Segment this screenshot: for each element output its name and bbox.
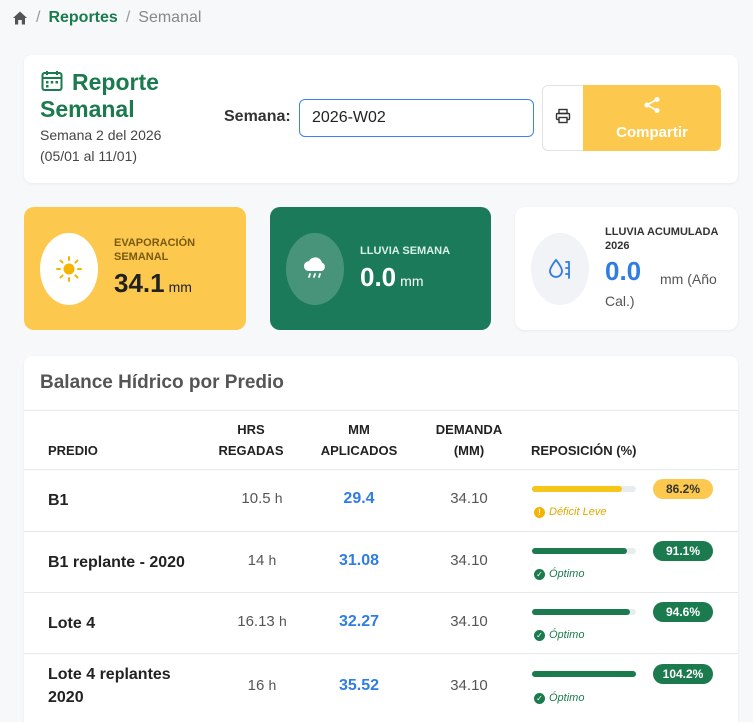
progress-bar — [532, 548, 636, 554]
rain-accumulated-value: 0.0 — [605, 256, 642, 286]
row-predio: Lote 4 replantes 2020 — [48, 666, 171, 706]
row-demanda: 34.10 — [450, 552, 488, 569]
row-hrs: 10.5 h — [241, 490, 283, 507]
home-icon[interactable] — [12, 10, 28, 26]
row-demanda: 34.10 — [450, 677, 488, 694]
table-title: Balance Hídrico por Predio — [40, 372, 284, 393]
table-row[interactable]: Lote 4 replantes 2020 16 h 35.52 34.10 1… — [24, 653, 738, 722]
print-button[interactable] — [542, 85, 584, 151]
progress-bar — [532, 486, 636, 492]
progress-bar — [532, 609, 636, 615]
row-mm: 35.52 — [338, 677, 380, 694]
column-header-reposicion: REPOSICIÓN (%) — [531, 443, 637, 458]
report-header-card: Reporte Semanal Semana 2 del 2026 (05/01… — [24, 55, 738, 183]
column-header-mm: MM APLICADOS — [320, 422, 398, 458]
column-header-demanda: DEMANDA (MM) — [435, 422, 503, 458]
column-header-predio: PREDIO — [48, 443, 98, 458]
row-mm: 32.27 — [338, 613, 380, 630]
water-drop-icon — [531, 233, 589, 305]
status-badge: 94.6% — [653, 602, 713, 622]
row-predio: B1 — [48, 492, 69, 509]
evaporation-value: 34.1 mm — [114, 268, 192, 298]
rain-accumulated-unit: mm (Año — [660, 271, 717, 287]
share-button-label: Compartir — [616, 123, 688, 141]
table-row[interactable]: B1 10.5 h 29.4 34.10 86.2% ! Déficit Leve — [24, 469, 738, 531]
breadcrumb-reportes-link[interactable]: Reportes — [48, 9, 117, 27]
status-badge: 86.2% — [653, 479, 713, 499]
status-badge: 91.1% — [653, 541, 713, 561]
rain-week-card: LLUVIA SEMANA 0.0 mm — [270, 207, 491, 330]
rain-week-label: LLUVIA SEMANA — [360, 245, 451, 257]
status-label: ✓ Óptimo — [534, 692, 584, 704]
breadcrumb-current: Semanal — [138, 9, 202, 26]
rain-week-value: 0.0 mm — [360, 262, 424, 292]
table-row[interactable]: Lote 4 16.13 h 32.27 34.10 94.6% ✓ Óptimo — [24, 592, 738, 653]
status-label: ! Déficit Leve — [534, 506, 606, 518]
calendar-icon — [40, 69, 64, 93]
row-mm: 31.08 — [338, 552, 380, 569]
progress-bar — [532, 671, 636, 677]
rain-accumulated-label: LLUVIA ACUMULADA 2026 — [605, 226, 719, 252]
table-row[interactable]: B1 replante - 2020 14 h 31.08 34.10 91.1… — [24, 531, 738, 592]
warning-icon: ! — [534, 506, 545, 518]
column-header-hrs: HRS REGADAS — [218, 422, 284, 458]
page-title: Reporte Semanal — [40, 69, 210, 123]
status-label: ✓ Óptimo — [534, 568, 584, 580]
row-hrs: 14 h — [247, 552, 277, 569]
share-icon — [643, 96, 661, 118]
page-subtitle: Semana 2 del 2026 (05/01 al 11/01) — [40, 127, 162, 164]
row-predio: Lote 4 — [48, 615, 96, 632]
row-demanda: 34.10 — [450, 490, 488, 507]
status-badge: 104.2% — [653, 664, 713, 684]
check-icon: ✓ — [534, 568, 545, 580]
status-label: ✓ Óptimo — [534, 629, 584, 641]
week-label: Semana: — [224, 108, 291, 125]
cloud-rain-icon — [286, 233, 344, 305]
row-mm: 29.4 — [343, 490, 375, 507]
evaporation-card: EVAPORACIÓN SEMANAL 34.1 mm — [24, 207, 246, 330]
divider — [24, 410, 738, 411]
row-predio: B1 replante - 2020 — [48, 554, 185, 571]
evaporation-label: EVAPORACIÓN SEMANAL — [114, 237, 196, 263]
week-input[interactable] — [299, 99, 534, 137]
check-icon: ✓ — [534, 692, 545, 704]
rain-accumulated-unit-cont: Cal.) — [605, 293, 635, 309]
rain-accumulated-card: LLUVIA ACUMULADA 2026 0.0 mm (Año Cal.) — [515, 207, 738, 330]
breadcrumb: / Reportes / Semanal — [12, 9, 201, 27]
water-balance-card: Balance Hídrico por Predio PREDIO HRS RE… — [24, 356, 738, 722]
share-button[interactable]: Compartir — [583, 85, 721, 151]
breadcrumb-separator: / — [36, 9, 41, 26]
printer-icon — [555, 108, 571, 129]
check-icon: ✓ — [534, 629, 545, 641]
sun-icon — [40, 233, 98, 305]
row-hrs: 16.13 h — [237, 613, 287, 630]
row-demanda: 34.10 — [450, 613, 488, 630]
row-hrs: 16 h — [247, 677, 277, 694]
breadcrumb-separator: / — [125, 9, 131, 26]
